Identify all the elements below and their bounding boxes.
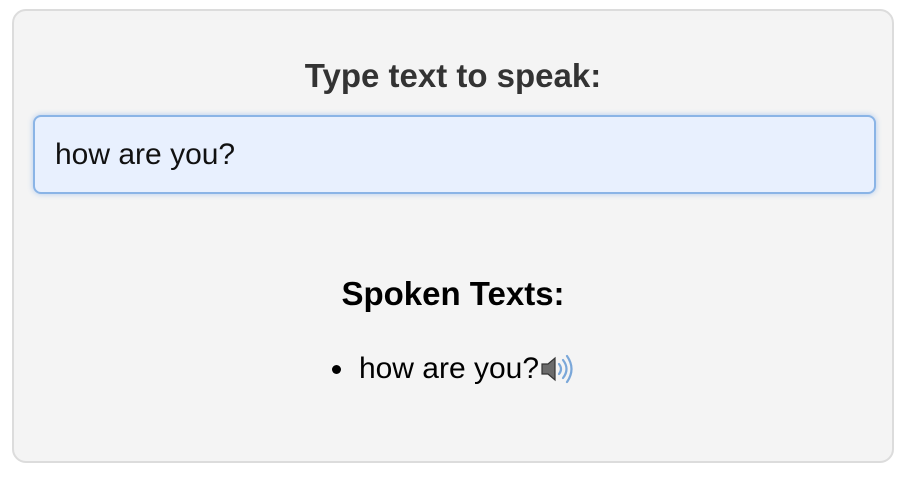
spoken-texts-heading: Spoken Texts: [341, 275, 565, 312]
speak-text-input[interactable] [33, 115, 876, 194]
spoken-text: how are you? [358, 352, 540, 385]
speech-card: Type text to speak: Spoken Texts: how ar… [12, 9, 894, 463]
spoken-texts-list: how are you? [14, 349, 892, 389]
list-item: how are you? [331, 349, 574, 389]
prompt-label: Type text to speak: [304, 57, 602, 94]
speaker-icon[interactable] [540, 354, 574, 384]
bullet-icon [331, 364, 341, 374]
